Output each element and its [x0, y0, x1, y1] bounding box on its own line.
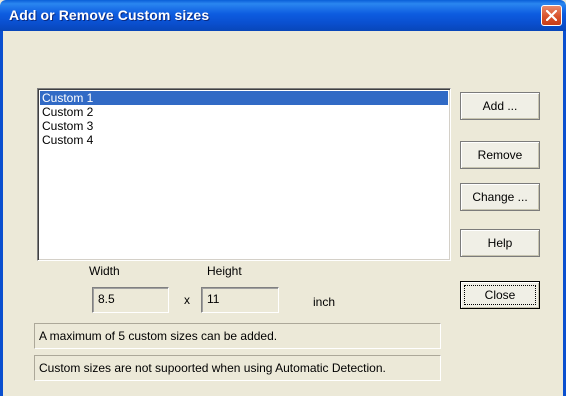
height-input[interactable]: 11 [201, 287, 279, 313]
list-item-custom-3[interactable]: Custom 3 [40, 119, 448, 133]
close-button[interactable]: Close [460, 281, 540, 309]
unit-label: inch [313, 295, 336, 309]
list-item-custom-1[interactable]: Custom 1 [40, 91, 448, 105]
height-label: Height [207, 264, 242, 278]
max-sizes-message: A maximum of 5 custom sizes can be added… [34, 323, 441, 349]
window-title: Add or Remove Custom sizes [9, 7, 210, 23]
custom-sizes-listbox[interactable]: Custom 1 Custom 2 Custom 3 Custom 4 [37, 88, 451, 261]
add-button[interactable]: Add ... [460, 92, 540, 120]
dimension-separator: x [184, 293, 190, 307]
help-button[interactable]: Help [460, 229, 540, 257]
width-label: Width [89, 264, 120, 278]
list-item-custom-2[interactable]: Custom 2 [40, 105, 448, 119]
close-x-icon [546, 10, 557, 21]
remove-button[interactable]: Remove [460, 141, 540, 169]
focus-rectangle [464, 285, 536, 305]
change-button[interactable]: Change ... [460, 183, 540, 211]
width-input[interactable]: 8.5 [92, 287, 169, 313]
window-close-button[interactable] [541, 5, 562, 26]
list-item-custom-4[interactable]: Custom 4 [40, 133, 448, 147]
window-frame-left [0, 31, 3, 396]
title-bar[interactable]: Add or Remove Custom sizes [0, 0, 566, 31]
unsupported-detection-message: Custom sizes are not supoorted when usin… [34, 355, 441, 381]
